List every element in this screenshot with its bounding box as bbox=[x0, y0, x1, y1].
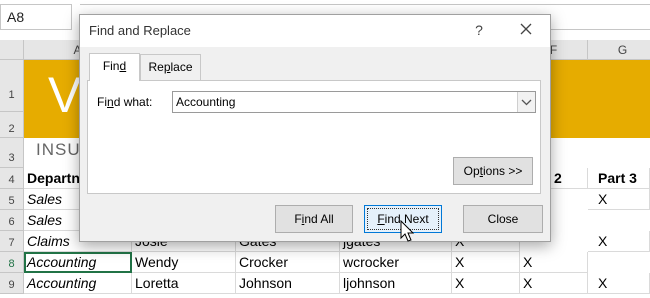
dialog-titlebar[interactable]: Find and Replace ? bbox=[80, 15, 550, 47]
tab-find[interactable]: Find bbox=[89, 53, 140, 81]
tab-find-label: Fin bbox=[102, 59, 120, 73]
help-button[interactable]: ? bbox=[469, 20, 489, 40]
select-all-corner[interactable] bbox=[0, 40, 24, 60]
cell-g9[interactable]: X bbox=[588, 273, 650, 294]
find-history-dropdown[interactable] bbox=[517, 92, 535, 112]
close-icon bbox=[520, 23, 532, 35]
cell-a8[interactable]: Accounting bbox=[24, 252, 132, 273]
row-header-8[interactable]: 8 bbox=[0, 252, 24, 273]
find-what-input[interactable]: Accounting bbox=[172, 91, 536, 113]
row-header-2[interactable]: 2 bbox=[0, 112, 24, 138]
cell-e9[interactable]: X bbox=[452, 273, 520, 294]
cell-f8[interactable]: X bbox=[520, 252, 588, 273]
row-header-5[interactable]: 5 bbox=[0, 189, 24, 210]
cell-b8[interactable]: Wendy bbox=[132, 252, 236, 273]
cell-f9[interactable]: X bbox=[520, 273, 588, 294]
tab-replace-label: Re bbox=[148, 60, 164, 74]
cell-a9[interactable]: Accounting bbox=[24, 273, 132, 294]
cell-d8[interactable]: wcrocker bbox=[340, 252, 452, 273]
column-header-g[interactable]: G bbox=[588, 40, 650, 60]
row-header-7[interactable]: 7 bbox=[0, 231, 24, 252]
tab-find-accel: d bbox=[119, 59, 127, 73]
close-dialog-button[interactable] bbox=[514, 19, 538, 41]
dialog-title: Find and Replace bbox=[89, 23, 191, 38]
find-tab-panel: Find what: Accounting Options >> bbox=[87, 80, 541, 194]
cell-e8[interactable]: X bbox=[452, 252, 520, 273]
find-all-button[interactable]: Find All bbox=[275, 205, 353, 233]
cell-g7[interactable]: X bbox=[588, 231, 650, 252]
close-button[interactable]: Close bbox=[463, 205, 543, 233]
row-header-1[interactable]: 1 bbox=[0, 60, 24, 112]
find-replace-dialog: Find and Replace ? Find Replace Find wha… bbox=[79, 14, 551, 242]
company-logo: V bbox=[48, 67, 82, 123]
find-what-value: Accounting bbox=[176, 95, 236, 109]
cell-d9[interactable]: ljohnson bbox=[340, 273, 452, 294]
row-header-3[interactable]: 3 bbox=[0, 138, 24, 168]
tab-replace-label-end: lace bbox=[170, 60, 193, 74]
sheet-subtitle: INSU bbox=[36, 140, 81, 159]
cell-g5[interactable]: X bbox=[588, 189, 650, 210]
row-header-4[interactable]: 4 bbox=[0, 168, 24, 189]
tab-replace[interactable]: Replace bbox=[140, 54, 201, 80]
chevron-down-icon bbox=[521, 99, 532, 106]
cell-b9[interactable]: Loretta bbox=[132, 273, 236, 294]
options-button[interactable]: Options >> bbox=[453, 157, 533, 185]
find-what-label: Find what: bbox=[97, 95, 153, 109]
cell-c9[interactable]: Johnson bbox=[236, 273, 340, 294]
row-header-9[interactable]: 9 bbox=[0, 273, 24, 294]
tab-replace-accel: p bbox=[163, 60, 171, 74]
mouse-pointer-icon bbox=[400, 220, 415, 242]
cell-c8[interactable]: Crocker bbox=[236, 252, 340, 273]
cell-g4[interactable]: Part 3 bbox=[588, 168, 650, 189]
name-box[interactable]: A8 bbox=[0, 4, 72, 30]
row-header-6[interactable]: 6 bbox=[0, 210, 24, 231]
